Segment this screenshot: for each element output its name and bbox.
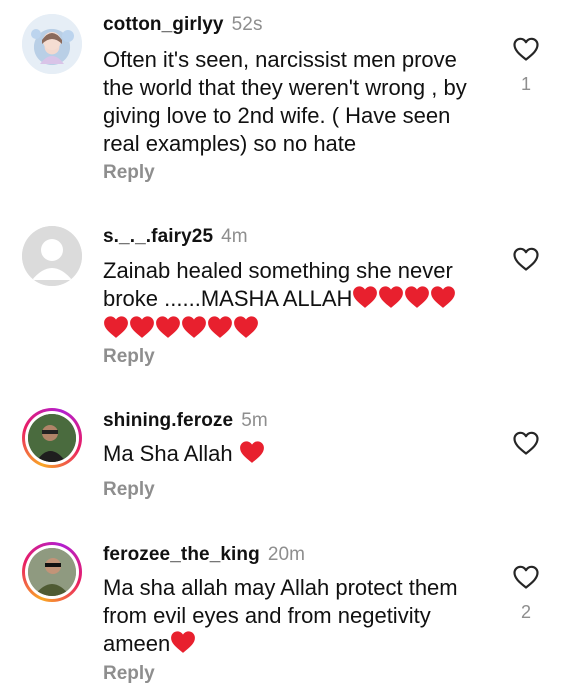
comment-text: Zainab healed something she never broke … xyxy=(103,257,478,343)
like-heart-icon[interactable] xyxy=(512,564,540,590)
username[interactable]: shining.feroze xyxy=(103,410,233,431)
comment-text: Ma sha allah may Allah protect them from… xyxy=(103,574,478,658)
avatar[interactable] xyxy=(22,14,82,74)
avatar[interactable] xyxy=(22,408,82,468)
comment-line xyxy=(103,315,478,343)
red-heart-emoji xyxy=(103,315,129,339)
avatar-photo xyxy=(28,414,76,462)
red-heart-emoji xyxy=(170,630,196,654)
comment-text: Often it's seen, narcissist men prove th… xyxy=(103,46,478,158)
comment-line: giving love to 2nd wife. ( Have seen xyxy=(103,103,451,128)
red-heart-emoji xyxy=(378,285,404,309)
comment-line: broke ......MASHA ALLAH xyxy=(103,285,478,313)
avatar-photo xyxy=(28,548,76,596)
comment-line: real examples) so no hate xyxy=(103,131,357,156)
red-heart-emoji xyxy=(181,315,207,339)
like-count: 1 xyxy=(520,74,531,94)
comment-time: 52s xyxy=(231,14,263,35)
comment-line: Ma Sha Allah xyxy=(103,440,478,468)
like-count: 2 xyxy=(520,602,531,622)
avatar-illustration xyxy=(31,29,74,64)
reply-button[interactable]: Reply xyxy=(103,663,155,685)
red-heart-emoji xyxy=(129,315,155,339)
comment-line: from evil eyes and from negetivity xyxy=(103,603,431,628)
comment-line: Zainab healed something she never xyxy=(103,258,453,283)
comment-text: Ma Sha Allah xyxy=(103,440,478,468)
comment-time: 5m xyxy=(241,410,268,431)
like-heart-icon[interactable] xyxy=(512,430,540,456)
red-heart-emoji xyxy=(239,440,265,464)
red-heart-emoji xyxy=(233,315,259,339)
comment-line: Ma sha allah may Allah protect them xyxy=(103,575,458,600)
comment-header: cotton_girlyy 52s xyxy=(103,14,263,36)
username[interactable]: s._._.fairy25 xyxy=(103,226,213,247)
default-avatar-icon xyxy=(22,226,82,286)
reply-button[interactable]: Reply xyxy=(103,479,155,501)
comment-time: 4m xyxy=(221,226,248,247)
avatar[interactable] xyxy=(22,226,82,286)
red-heart-emoji xyxy=(207,315,233,339)
comment-line: ameen xyxy=(103,630,478,658)
like-heart-icon[interactable] xyxy=(512,36,540,62)
reply-button[interactable]: Reply xyxy=(103,346,155,368)
comment-header: ferozee_the_king 20m xyxy=(103,544,305,566)
like-heart-icon[interactable] xyxy=(512,246,540,272)
red-heart-emoji xyxy=(430,285,456,309)
comment-line: the world that they weren't wrong , by xyxy=(103,75,467,100)
username[interactable]: cotton_girlyy xyxy=(103,14,224,35)
comment-line: Often it's seen, narcissist men prove xyxy=(103,47,457,72)
comment-header: shining.feroze 5m xyxy=(103,410,268,432)
avatar[interactable] xyxy=(22,542,82,602)
red-heart-emoji xyxy=(404,285,430,309)
red-heart-emoji xyxy=(155,315,181,339)
comment-time: 20m xyxy=(267,544,306,565)
reply-button[interactable]: Reply xyxy=(103,162,155,184)
red-heart-emoji xyxy=(352,285,378,309)
comment-header: s._._.fairy25 4m xyxy=(103,226,248,248)
username[interactable]: ferozee_the_king xyxy=(103,544,260,565)
